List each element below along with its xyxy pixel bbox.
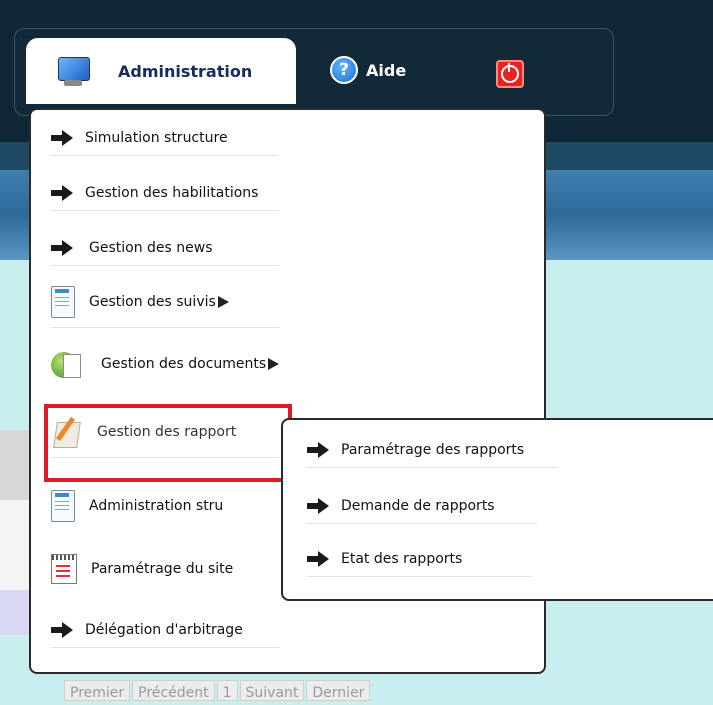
arrow-right-icon [51,240,73,256]
pager-next[interactable]: Suivant [239,680,305,701]
menu-item-label: Gestion des documents [101,356,267,372]
submenu-item-demande-rapports[interactable]: Demande de rapports [307,498,537,524]
menu-item-delegation-arbitrage[interactable]: Délégation d'arbitrage [51,622,279,648]
menu-item-label: Gestion des news [89,240,213,256]
tab-administration-label: Administration [118,61,253,81]
submenu-item-label: Etat des rapports [341,551,463,567]
submenu-item-label: Demande de rapports [341,498,495,514]
menu-item-label: Gestion des suivis [89,294,216,310]
pager-last[interactable]: Dernier [306,680,371,701]
menu-item-gestion-documents[interactable]: Gestion des documents [51,348,280,380]
menu-item-label: Gestion des habilitations [85,185,259,201]
menu-item-gestion-habilitations[interactable]: Gestion des habilitations [51,185,279,211]
menu-item-simulation-structure[interactable]: Simulation structure [51,130,277,156]
rapports-submenu: Paramétrage des rapports Demande de rapp… [281,418,713,601]
menu-item-label: Paramétrage du site [91,561,234,577]
logout-power-icon[interactable] [496,60,524,88]
selection-highlight-box [44,404,292,482]
submenu-item-label: Paramétrage des rapports [341,442,525,458]
menu-item-label: Administration stru [89,498,224,514]
menu-item-gestion-suivis[interactable]: Gestion des suivis [51,286,279,328]
arrow-right-icon [51,622,73,638]
submenu-item-etat-rapports[interactable]: Etat des rapports [307,551,532,577]
help-icon: ? [330,56,358,84]
arrow-right-icon [51,185,73,201]
menu-item-parametrage-site[interactable]: Paramétrage du site [51,554,233,584]
pager-page[interactable]: 1 [216,680,238,701]
menu-item-label: Simulation structure [85,130,228,146]
arrow-right-icon [307,498,329,514]
menu-item-gestion-news[interactable]: Gestion des news [51,240,279,266]
tab-administration[interactable]: Administration [26,38,296,104]
submenu-arrow-icon [268,358,280,370]
arrow-right-icon [307,551,329,567]
calendar-icon [51,554,77,584]
menu-item-label: Délégation d'arbitrage [85,622,243,638]
document-icon [51,286,75,318]
help-label: Aide [366,60,407,80]
arrow-right-icon [307,442,329,458]
submenu-arrow-icon [217,296,229,308]
submenu-item-parametrage-rapports[interactable]: Paramétrage des rapports [307,442,557,468]
arrow-right-icon [51,130,73,146]
menu-item-administration-structure[interactable]: Administration stru [51,490,223,522]
documents-globe-icon [51,348,83,380]
document-icon [51,490,75,522]
monitor-icon [56,55,90,87]
pager-prev[interactable]: Précédent [132,680,215,701]
content-area [0,260,30,701]
pager-first[interactable]: Premier [64,680,131,701]
help-link[interactable]: ? Aide [330,56,406,84]
pagination: Premier Précédent 1 Suivant Dernier [64,680,372,701]
